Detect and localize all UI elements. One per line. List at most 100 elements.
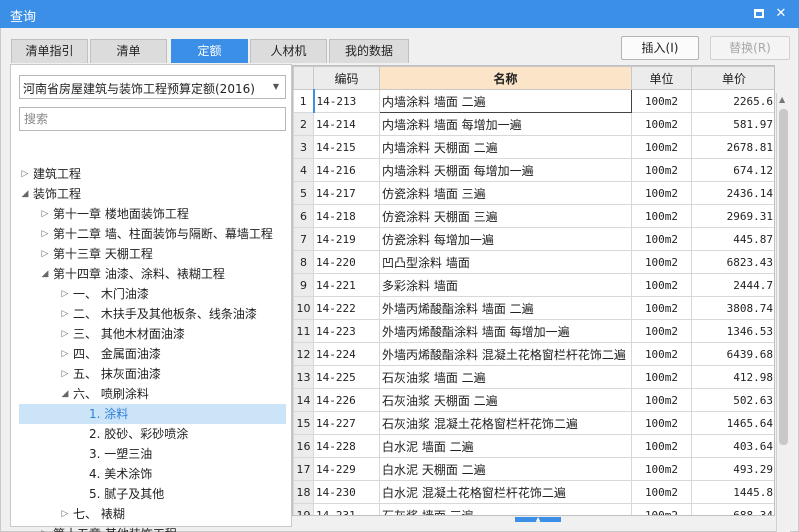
row-number[interactable]: 5 [293,181,314,205]
tree-item[interactable]: ◢ 装饰工程 [11,184,286,204]
quota-code[interactable]: 14-229 [313,457,380,481]
table-row[interactable]: 14 14-226 石灰油浆 天棚面 二遍 100m2 502.63 [293,388,774,412]
row-number[interactable]: 6 [293,204,314,228]
table-row[interactable]: 2 14-214 内墙涂料 墙面 每增加一遍 100m2 581.97 [293,112,774,136]
quota-code[interactable]: 14-217 [313,181,380,205]
quota-price[interactable]: 1346.53 [691,319,774,343]
table-row[interactable]: 13 14-225 石灰油浆 墙面 二遍 100m2 412.98 [293,365,774,389]
quota-library-select[interactable]: 河南省房屋建筑与装饰工程预算定额(2016) ▼ [19,75,286,99]
quota-code[interactable]: 14-227 [313,411,380,435]
quota-price[interactable]: 2265.6 [691,89,774,113]
tree-item[interactable]: ▷ 建筑工程 [11,164,286,184]
quota-unit[interactable]: 100m2 [631,204,692,228]
table-row[interactable]: 16 14-228 白水泥 墙面 二遍 100m2 403.64 [293,434,774,458]
table-row[interactable]: 7 14-219 仿瓷涂料 每增加一遍 100m2 445.87 [293,227,774,251]
scroll-up-icon[interactable]: ▲ [779,95,785,104]
table-row[interactable]: 4 14-216 内墙涂料 天棚面 每增加一遍 100m2 674.12 [293,158,774,182]
quota-name[interactable]: 石灰油浆 混凝土花格窗栏杆花饰二遍 [379,411,632,435]
table-row[interactable]: 8 14-220 凹凸型涂料 墙面 100m2 6823.43 [293,250,774,274]
quota-unit[interactable]: 100m2 [631,319,692,343]
collapsed-icon[interactable]: ▷ [39,224,51,244]
quota-price[interactable]: 1445.8 [691,480,774,504]
tree-item[interactable]: ▷ 五、 抹灰面油漆 [11,364,286,384]
collapsed-icon[interactable]: ▷ [59,304,71,324]
quota-name[interactable]: 多彩涂料 墙面 [379,273,632,297]
quota-name[interactable]: 白水泥 天棚面 二遍 [379,457,632,481]
restore-icon[interactable] [750,5,768,23]
tree-item[interactable]: ▷ 二、 木扶手及其他板条、线条油漆 [11,304,286,324]
tree-item[interactable]: ▷ 四、 金属面油漆 [11,344,286,364]
quota-unit[interactable]: 100m2 [631,480,692,504]
tree-item[interactable]: ▷ 第十二章 墙、柱面装饰与隔断、幕墙工程 [11,224,286,244]
column-header-unit[interactable]: 单位 [631,66,692,90]
row-number[interactable]: 15 [293,411,314,435]
quota-price[interactable]: 412.98 [691,365,774,389]
quota-name[interactable]: 仿瓷涂料 墙面 三遍 [379,181,632,205]
tree-item[interactable]: ◢ 第十四章 油漆、涂料、裱糊工程 [11,264,286,284]
row-number[interactable]: 10 [293,296,314,320]
collapsed-icon[interactable]: ▷ [59,324,71,344]
quota-code[interactable]: 14-230 [313,480,380,504]
row-number[interactable]: 17 [293,457,314,481]
row-number[interactable]: 9 [293,273,314,297]
row-number[interactable]: 14 [293,388,314,412]
quota-unit[interactable]: 100m2 [631,296,692,320]
quota-name[interactable]: 内墙涂料 天棚面 每增加一遍 [379,158,632,182]
quota-code[interactable]: 14-231 [313,503,380,515]
quota-unit[interactable]: 100m2 [631,365,692,389]
tree-item[interactable]: 4. 美术涂饰 [11,464,286,484]
tab-labor-material-machine[interactable]: 人材机 [250,39,327,63]
quota-name[interactable]: 仿瓷涂料 天棚面 三遍 [379,204,632,228]
tree-item[interactable]: ▷ 七、 裱糊 [11,504,286,524]
quota-name[interactable]: 外墙丙烯酸酯涂料 墙面 每增加一遍 [379,319,632,343]
scrollbar-thumb[interactable] [779,109,788,445]
tree-item[interactable]: ▷ 第十三章 天棚工程 [11,244,286,264]
insert-button[interactable]: 插入(I) [621,36,699,60]
quota-name[interactable]: 仿瓷涂料 每增加一遍 [379,227,632,251]
table-row[interactable]: 18 14-230 白水泥 混凝土花格窗栏杆花饰二遍 100m2 1445.8 [293,480,774,504]
quota-price[interactable]: 688.34 [691,503,774,515]
table-row[interactable]: 6 14-218 仿瓷涂料 天棚面 三遍 100m2 2969.31 [293,204,774,228]
quota-name[interactable]: 石灰油浆 天棚面 二遍 [379,388,632,412]
collapsed-icon[interactable]: ▷ [39,524,51,532]
quota-name[interactable]: 内墙涂料 墙面 每增加一遍 [379,112,632,136]
row-number[interactable]: 2 [293,112,314,136]
quota-name[interactable]: 白水泥 墙面 二遍 [379,434,632,458]
column-header-price[interactable]: 单价 [691,66,774,90]
quota-price[interactable]: 493.29 [691,457,774,481]
quota-price[interactable]: 6823.43 [691,250,774,274]
expanded-icon[interactable]: ◢ [59,384,71,404]
quota-name[interactable]: 白水泥 混凝土花格窗栏杆花饰二遍 [379,480,632,504]
close-icon[interactable]: ✕ [772,5,790,23]
quota-code[interactable]: 14-214 [313,112,380,136]
quota-unit[interactable]: 100m2 [631,342,692,366]
quota-unit[interactable]: 100m2 [631,388,692,412]
tab-quota[interactable]: 定额 [171,39,248,63]
row-number[interactable]: 1 [293,89,315,113]
quota-name[interactable]: 凹凸型涂料 墙面 [379,250,632,274]
quota-name[interactable]: 外墙丙烯酸酯涂料 墙面 二遍 [379,296,632,320]
quota-price[interactable]: 2678.81 [691,135,774,159]
quota-name[interactable]: 内墙涂料 天棚面 二遍 [379,135,632,159]
collapsed-icon[interactable]: ▷ [59,364,71,384]
quota-unit[interactable]: 100m2 [631,503,692,515]
table-row[interactable]: 9 14-221 多彩涂料 墙面 100m2 2444.7 [293,273,774,297]
expanded-icon[interactable]: ◢ [19,184,31,204]
row-number[interactable]: 16 [293,434,314,458]
quota-name[interactable]: 内墙涂料 墙面 二遍 [379,89,632,113]
tree-item[interactable]: 3. 一塑三油 [11,444,286,464]
quota-name[interactable]: 石灰油浆 墙面 二遍 [379,365,632,389]
quota-code[interactable]: 14-216 [313,158,380,182]
quota-code[interactable]: 14-221 [313,273,380,297]
row-number[interactable]: 11 [293,319,314,343]
tree-item[interactable]: ▷ 一、 木门油漆 [11,284,286,304]
quota-name[interactable]: 石灰浆 墙面 三遍 [379,503,632,515]
quota-code[interactable]: 14-220 [313,250,380,274]
quota-code[interactable]: 14-225 [313,365,380,389]
quota-unit[interactable]: 100m2 [631,434,692,458]
quota-price[interactable]: 445.87 [691,227,774,251]
table-row[interactable]: 10 14-222 外墙丙烯酸酯涂料 墙面 二遍 100m2 3808.74 [293,296,774,320]
row-number[interactable]: 12 [293,342,314,366]
quota-code[interactable]: 14-219 [313,227,380,251]
table-row[interactable]: 15 14-227 石灰油浆 混凝土花格窗栏杆花饰二遍 100m2 1465.64 [293,411,774,435]
